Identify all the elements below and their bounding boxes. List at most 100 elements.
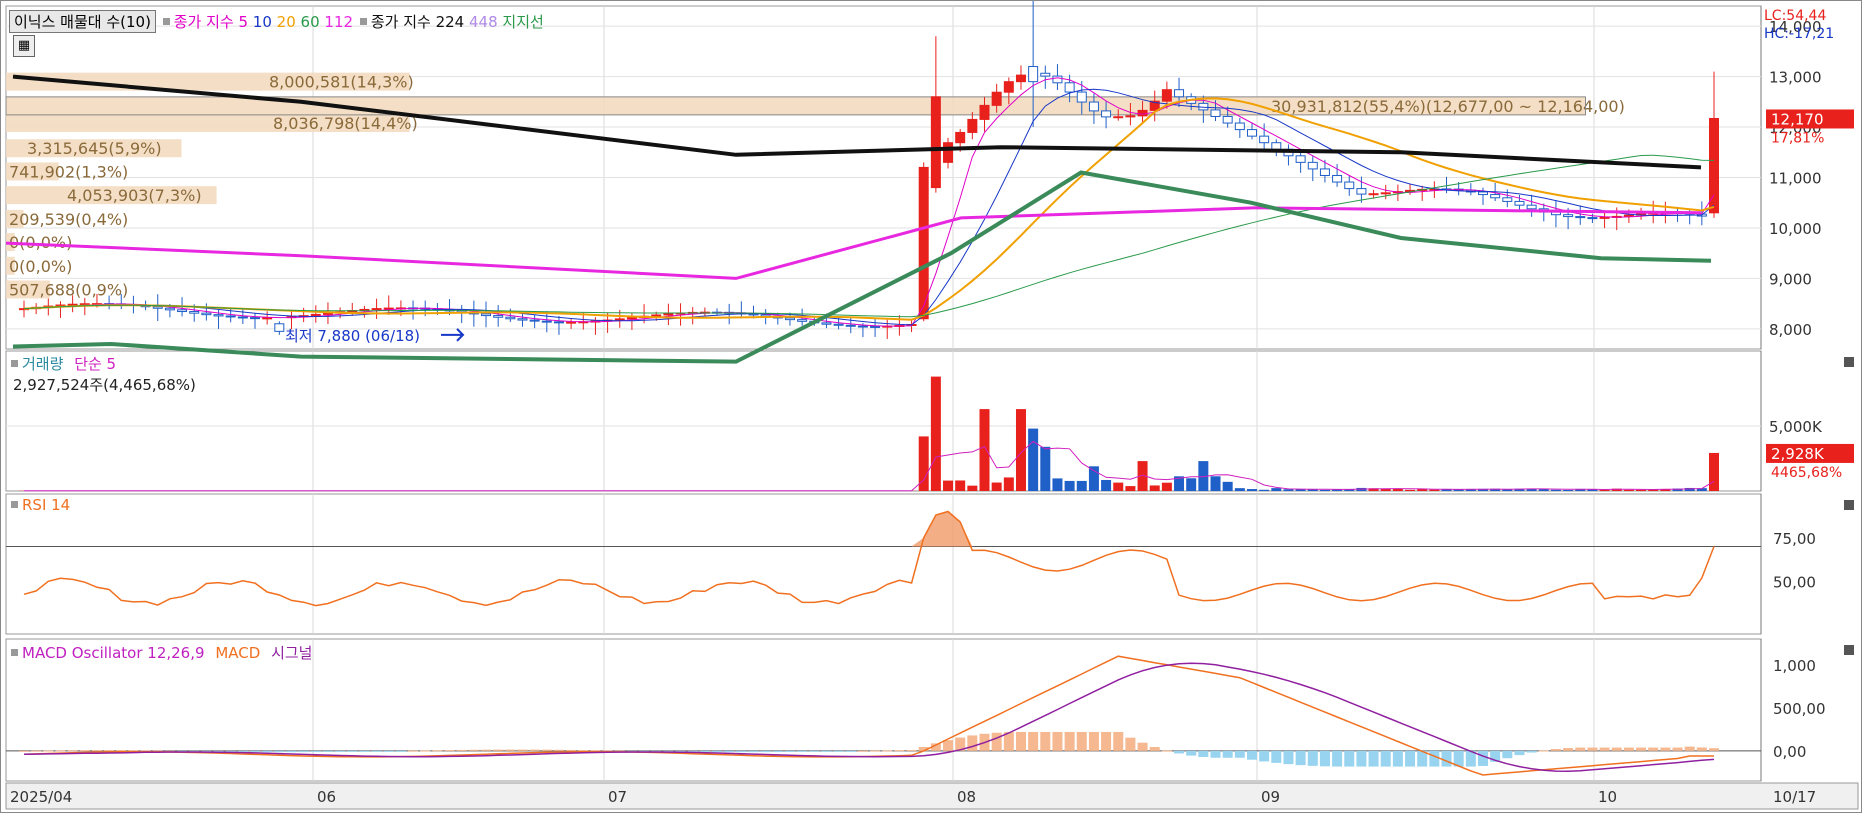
legend-volume[interactable]: 거래량 <box>22 355 63 373</box>
candle-body <box>190 312 199 314</box>
candle-body <box>944 143 953 163</box>
price-y-tick: 11,000 <box>1769 170 1822 188</box>
volume-bar <box>1405 490 1415 491</box>
candle-body <box>372 309 381 310</box>
x-tick-label: 2025/04 <box>10 788 72 806</box>
x-tick-label: 10 <box>1598 788 1617 806</box>
volume-bar <box>1296 489 1306 491</box>
volume-bar <box>1052 478 1062 491</box>
volume-bar <box>1271 488 1281 491</box>
legend-ma60[interactable]: 60 <box>301 13 320 31</box>
panel-close-icon[interactable] <box>1844 500 1854 510</box>
arrow-right-icon <box>441 329 463 341</box>
legend-rsi[interactable]: RSI 14 <box>22 496 70 514</box>
macd-osc-bar <box>372 751 382 752</box>
macd-osc-bar <box>797 751 807 752</box>
volume-value: 2,927,524주(4,465,68%) <box>13 374 196 395</box>
candle-body <box>1260 136 1269 143</box>
candle-body <box>275 324 284 332</box>
macd-osc-bar <box>1198 751 1208 757</box>
volume-bar <box>1162 483 1172 491</box>
candle-body <box>506 317 515 319</box>
candle-body <box>1381 193 1390 194</box>
macd-osc-bar <box>907 750 917 751</box>
macd-osc-bar <box>894 750 904 751</box>
candle-body <box>1333 175 1342 182</box>
price-y-tick: 9,000 <box>1769 270 1812 288</box>
candle-body <box>1503 198 1512 202</box>
candle-body <box>1515 201 1524 205</box>
macd-osc-bar <box>286 751 296 752</box>
macd-osc-bar <box>1673 748 1683 751</box>
candle-body <box>834 324 843 325</box>
rsi-line <box>24 512 1714 606</box>
grid-settings-icon[interactable]: ▦ <box>13 35 35 57</box>
macd-osc-bar <box>1381 751 1391 767</box>
legend-volume-ma[interactable]: 단순 5 <box>74 355 116 373</box>
volume-bar <box>1636 490 1646 491</box>
panel-close-icon[interactable] <box>1844 357 1854 367</box>
volume-bar <box>1502 490 1512 491</box>
stock-chart-window: 2025/04060708091010/1714,00013,00012,000… <box>0 0 1862 813</box>
volume-bar <box>1223 482 1233 491</box>
legend-chip-icon <box>11 649 18 656</box>
macd-osc-bar <box>736 751 746 752</box>
macd-osc-bar <box>992 733 1002 751</box>
legend-ma10[interactable]: 10 <box>253 13 272 31</box>
volume-bar <box>1077 481 1087 491</box>
low-annotation: 최저 7,880 (06/18) <box>285 327 420 345</box>
macd-osc-bar <box>274 751 284 752</box>
legend-ma20[interactable]: 20 <box>277 13 296 31</box>
macd-osc-bar <box>1600 748 1610 751</box>
legend-macd[interactable]: MACD <box>215 644 260 662</box>
legend-ma112[interactable]: 112 <box>324 13 353 31</box>
candle-body <box>1077 92 1086 102</box>
legend-signal[interactable]: 시그널 <box>271 644 312 662</box>
volume-profile-label: 0(0,0%) <box>9 257 72 276</box>
macd-osc-bar <box>1393 751 1403 767</box>
macd-osc-bar <box>1052 732 1062 751</box>
legend-ma5[interactable]: 5 <box>238 13 248 31</box>
candle-body <box>1576 217 1585 218</box>
macd-osc-bar <box>1587 748 1597 751</box>
volume-y-tick: 5,000K <box>1769 418 1823 436</box>
volume-bar <box>1101 480 1111 491</box>
macd-osc-bar <box>882 750 892 751</box>
macd-osc-bar <box>712 751 722 752</box>
macd-osc-bar <box>967 735 977 750</box>
macd-osc-bar <box>445 750 455 751</box>
macd-osc-bar <box>1308 751 1318 766</box>
volume-bar <box>1150 485 1160 491</box>
macd-osc-bar <box>347 751 357 752</box>
legend-ma448[interactable]: 448 <box>469 13 498 31</box>
legend-chip-icon <box>11 501 18 508</box>
macd-osc-bar <box>1223 751 1233 758</box>
volume-profile-label: 507,688(0,9%) <box>9 280 128 299</box>
chart-canvas[interactable]: 2025/04060708091010/1714,00013,00012,000… <box>1 1 1862 814</box>
candle-body <box>1272 143 1281 150</box>
legend-close-index[interactable]: 종가 지수 <box>174 13 234 31</box>
legend-macd-osc[interactable]: MACD Oscillator 12,26,9 <box>22 644 205 662</box>
volume-profile-label: 3,315,645(5,9%) <box>27 139 162 158</box>
volume-profile-legend-box[interactable]: 이닉스 매물대 수(10) <box>9 10 156 33</box>
volume-bar <box>1235 488 1245 491</box>
macd-osc-bar <box>1551 749 1561 751</box>
legend-support-line[interactable]: 지지선 <box>502 13 543 31</box>
volume-profile-label: 209,539(0,4%) <box>9 210 128 229</box>
legend-ma224[interactable]: 종가 지수 224 <box>371 13 464 31</box>
macd-osc-bar <box>1527 751 1537 753</box>
x-axis-bar <box>6 783 1858 809</box>
candle-body <box>530 320 539 321</box>
panel-close-icon[interactable] <box>1844 645 1854 655</box>
macd-osc-bar <box>809 751 819 752</box>
volume-bar <box>1186 478 1196 491</box>
macd-y-tick: 1,000 <box>1773 657 1816 675</box>
volume-bar <box>967 486 977 491</box>
volume-bar <box>1113 483 1123 491</box>
macd-osc-bar <box>359 751 369 752</box>
macd-legend: MACD Oscillator 12,26,9 MACD 시그널 <box>9 642 312 663</box>
candles <box>20 1 1719 339</box>
legend-chip-icon <box>163 18 170 25</box>
volume-legend: 거래량 단순 5 <box>9 353 116 374</box>
candle-body <box>1211 110 1220 117</box>
